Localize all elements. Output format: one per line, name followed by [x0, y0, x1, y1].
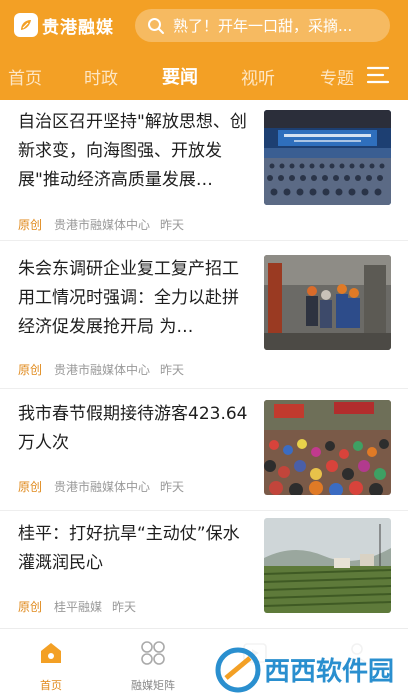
tab-home[interactable]: 首页: [8, 64, 42, 89]
menu-icon[interactable]: [366, 64, 390, 86]
tab-video[interactable]: 视听: [241, 64, 275, 89]
news-title: 我市春节假期接待游客423.64万人次: [18, 404, 248, 453]
grid-icon: [141, 641, 165, 665]
news-meta: 原创 贵港市融媒体中心 昨天: [18, 361, 184, 378]
news-tag: 原创: [18, 363, 43, 377]
news-time: 昨天: [112, 600, 137, 614]
watermark-text: 西西软件园: [264, 657, 394, 687]
search-placeholder: 熟了！开年一口甜，采摘...: [173, 17, 353, 35]
news-time: 昨天: [160, 218, 185, 232]
logo-icon: [14, 13, 38, 37]
channel-tabs: 首页 时政 要闻 视听 专题: [0, 56, 408, 96]
search-bar[interactable]: 熟了！开年一口甜，采摘...: [135, 9, 390, 42]
news-thumbnail: [264, 518, 391, 613]
home-icon: [41, 643, 61, 663]
news-source: 贵港市融媒体中心: [54, 363, 151, 377]
news-source: 桂平融媒: [54, 600, 103, 614]
watermark-logo-icon: 西西软件园: [208, 640, 408, 696]
news-time: 昨天: [160, 363, 185, 377]
nav-label: 首页: [40, 679, 62, 692]
tab-news[interactable]: 要闻: [162, 63, 198, 89]
divider: [0, 240, 408, 241]
news-thumbnail: [264, 110, 391, 205]
news-thumbnail: [264, 255, 391, 350]
watermark: 西西软件园: [208, 636, 408, 699]
news-thumbnail: [264, 400, 391, 495]
news-tag: 原创: [18, 600, 43, 614]
news-title: 自治区召开坚持"解放思想、创新求变，向海图强、开放发展"推动经济高质量发展…: [18, 112, 247, 190]
divider: [0, 510, 408, 511]
tab-politics[interactable]: 时政: [84, 64, 118, 89]
divider: [0, 388, 408, 389]
news-item[interactable]: 朱会东调研企业复工复产招工用工情况时强调：全力以赴拼经济促发展抢开局 为… 原创…: [0, 245, 408, 385]
nav-media-matrix[interactable]: 融媒矩阵: [102, 629, 204, 699]
news-item[interactable]: 自治区召开坚持"解放思想、创新求变，向海图强、开放发展"推动经济高质量发展… 原…: [0, 100, 408, 240]
news-tag: 原创: [18, 218, 43, 232]
top-bar: 贵港融媒 熟了！开年一口甜，采摘...: [0, 0, 408, 50]
news-source: 贵港市融媒体中心: [54, 218, 151, 232]
news-title: 桂平：打好抗旱“主动仗”保水灌溉润民心: [18, 524, 240, 573]
news-time: 昨天: [160, 480, 185, 494]
tab-special[interactable]: 专题: [320, 64, 354, 89]
news-source: 贵港市融媒体中心: [54, 480, 151, 494]
search-icon: [148, 17, 164, 34]
app-logo[interactable]: 贵港融媒: [14, 12, 114, 38]
news-title: 朱会东调研企业复工复产招工用工情况时强调：全力以赴拼经济促发展抢开局 为…: [18, 259, 239, 337]
news-tag: 原创: [18, 480, 43, 494]
news-item[interactable]: 桂平：打好抗旱“主动仗”保水灌溉润民心 原创 桂平融媒 昨天: [0, 512, 408, 628]
nav-label: 融媒矩阵: [131, 679, 175, 692]
news-meta: 原创 贵港市融媒体中心 昨天: [18, 478, 184, 495]
app-name: 贵港融媒: [42, 17, 114, 38]
news-meta: 原创 贵港市融媒体中心 昨天: [18, 216, 184, 233]
news-meta: 原创 桂平融媒 昨天: [18, 598, 136, 615]
news-item[interactable]: 我市春节假期接待游客423.64万人次 原创 贵港市融媒体中心 昨天: [0, 392, 408, 510]
nav-home[interactable]: 首页: [0, 629, 102, 699]
app-header: 贵港融媒 熟了！开年一口甜，采摘... 首页 时政 要闻 视听 专题: [0, 0, 408, 100]
